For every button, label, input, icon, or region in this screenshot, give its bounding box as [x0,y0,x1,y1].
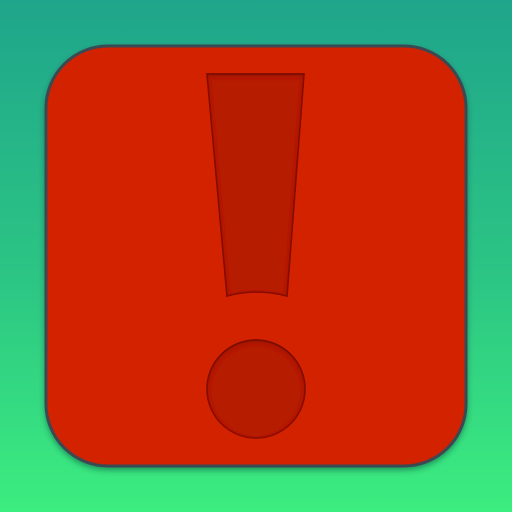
exclamation-warning-icon [44,44,468,468]
app-icon-canvas [0,0,512,512]
exclamation-dot [206,339,306,439]
